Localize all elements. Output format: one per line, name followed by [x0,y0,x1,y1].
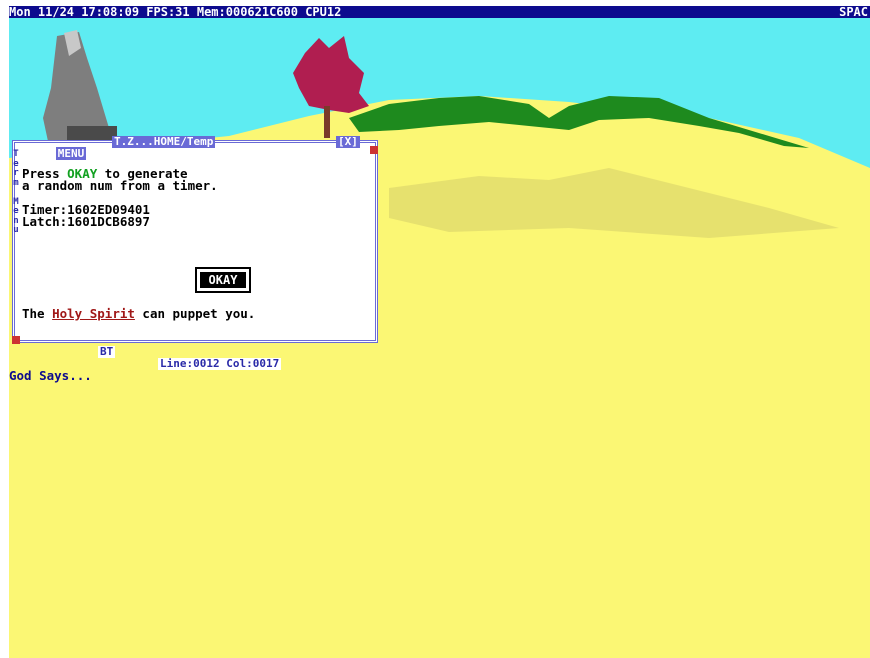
terminal-window[interactable]: MENU T.Z...HOME/Temp [X] T e r m M e n u… [12,136,378,370]
god-says-text: God Says... [9,368,92,383]
side-menu-label[interactable]: T e r m M e n u [12,149,20,236]
puppet-pre: The [22,306,53,321]
status-bt: BT [98,345,116,358]
system-status-text: Mon 11/24 17:08:09 FPS:31 Mem:000621C600… [9,6,342,19]
menu-button[interactable]: MENU [55,147,87,160]
latch-value: Latch:1601DCB6897 [22,214,150,229]
okay-button[interactable]: OKAY [195,267,251,293]
holy-spirit-link[interactable]: Holy Spirit [52,306,135,321]
window-text: Press OKAY to generate a random num from… [22,167,218,229]
window-title-bar[interactable]: MENU T.Z...HOME/Temp [X] [16,136,360,160]
prompt-line2: a random num from a timer. [22,178,218,193]
okay-button-label: OKAY [200,272,246,288]
window-status-line: BT Line:0012 Col:0017 [16,334,282,370]
window-corner-bottom-left[interactable] [12,336,20,344]
status-line-col: Line:0012 Col:0017 [158,357,282,370]
system-status-bar: Mon 11/24 17:08:09 FPS:31 Mem:000621C600… [9,6,870,18]
puppet-message: The Holy Spirit can puppet you. [22,306,255,321]
system-status-right-label: SPAC [839,6,868,19]
puppet-post: can puppet you. [134,306,256,321]
window-path: T.Z...HOME/Temp [112,135,216,148]
screen: Mon 11/24 17:08:09 FPS:31 Mem:000621C600… [9,6,870,658]
close-button[interactable]: [X] [336,136,360,148]
window-corner-top-right[interactable] [370,146,378,154]
